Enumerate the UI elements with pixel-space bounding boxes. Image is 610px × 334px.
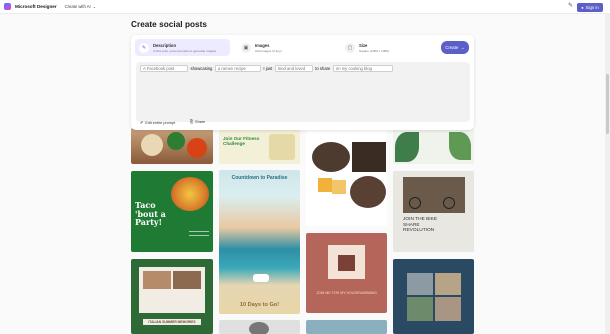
template-card-collage[interactable] — [393, 259, 474, 334]
share-icon: ⎘ — [190, 120, 194, 124]
countdown-heading: Countdown to Paradise — [231, 175, 288, 181]
image-icon: ▣ — [241, 42, 251, 53]
tab-description-subtitle: In this post, enter prompts to generate … — [153, 48, 217, 53]
scrollbar[interactable] — [605, 14, 610, 334]
scrollbar-thumb[interactable] — [606, 74, 609, 134]
arrow-right-icon: → — [460, 45, 465, 50]
prompt-slot-subject[interactable]: a ramen recipe — [214, 65, 261, 72]
template-card-ocean[interactable] — [306, 320, 387, 334]
template-card-coffee[interactable] — [306, 128, 387, 226]
bike-heading: JOIN THE BIKE SHARE REVOLUTION — [403, 217, 438, 234]
template-card-countdown[interactable]: Countdown to Paradise 10 Days to Go! — [219, 170, 300, 314]
prompt-word: to share — [315, 66, 331, 71]
taco-heading: Taco 'bout a Party! — [135, 200, 166, 227]
template-card-bike[interactable]: JOIN THE BIKE SHARE REVOLUTION — [393, 171, 474, 252]
tab-images-title: Images — [255, 42, 270, 48]
size-icon: ▢ — [345, 42, 355, 53]
tab-images[interactable]: ▣ Images Add images (if any) — [237, 39, 332, 56]
days-heading: 10 Days to Go! — [239, 302, 280, 308]
prompt-area[interactable]: A Facebook post showcasing a ramen recip… — [136, 62, 470, 122]
prompt-slot-post-type[interactable]: A Facebook post — [140, 65, 188, 72]
edit-entire-prompt-button[interactable]: ✐ Edit entire prompt — [140, 120, 176, 126]
fitness-heading: Join Our Fitness Challenge — [223, 136, 260, 146]
tab-description[interactable]: ✎ Description In this post, enter prompt… — [135, 39, 230, 56]
share-button[interactable]: ⎘ Share — [190, 120, 205, 124]
create-button[interactable]: Create → — [441, 41, 469, 54]
template-card-italian[interactable]: ITALIAN SUMMER MEMORIES — [131, 259, 213, 334]
tab-size[interactable]: ▢ Size Square (1080 x 1080) — [341, 39, 436, 56]
template-card-portrait[interactable] — [219, 320, 300, 334]
prompt-sentence: A Facebook post showcasing a ramen recip… — [140, 65, 393, 72]
pencil-icon: ✎ — [139, 42, 149, 53]
create-label: Create — [445, 45, 459, 50]
prompt-word: showcasing — [190, 66, 213, 71]
prompt-slot-destination[interactable]: on my cooking blog — [332, 65, 393, 72]
template-card-housewarming[interactable]: JOIN ME FOR MY HOUSEWARMING — [306, 233, 387, 313]
template-card-taco[interactable]: Taco 'bout a Party! — [131, 171, 213, 252]
tab-description-title: Description — [153, 42, 177, 48]
tab-images-subtitle: Add images (if any) — [255, 48, 282, 53]
housewarming-heading: JOIN ME FOR MY HOUSEWARMING — [316, 291, 377, 295]
template-card-food[interactable] — [131, 128, 213, 164]
tab-size-title: Size — [359, 42, 368, 48]
edit-icon: ✐ — [140, 121, 144, 125]
create-panel: ✎ Description In this post, enter prompt… — [131, 35, 474, 130]
share-label: Share — [195, 120, 206, 124]
edit-label: Edit entire prompt — [145, 120, 176, 125]
template-card-fitness[interactable]: Join Our Fitness Challenge — [219, 128, 300, 164]
tab-size-subtitle: Square (1080 x 1080) — [359, 48, 389, 53]
prompt-slot-action[interactable]: tried and loved — [274, 65, 313, 72]
prompt-word: I just — [263, 66, 273, 71]
italian-heading: ITALIAN SUMMER MEMORIES — [143, 319, 201, 325]
template-card-leaves[interactable] — [393, 128, 474, 164]
